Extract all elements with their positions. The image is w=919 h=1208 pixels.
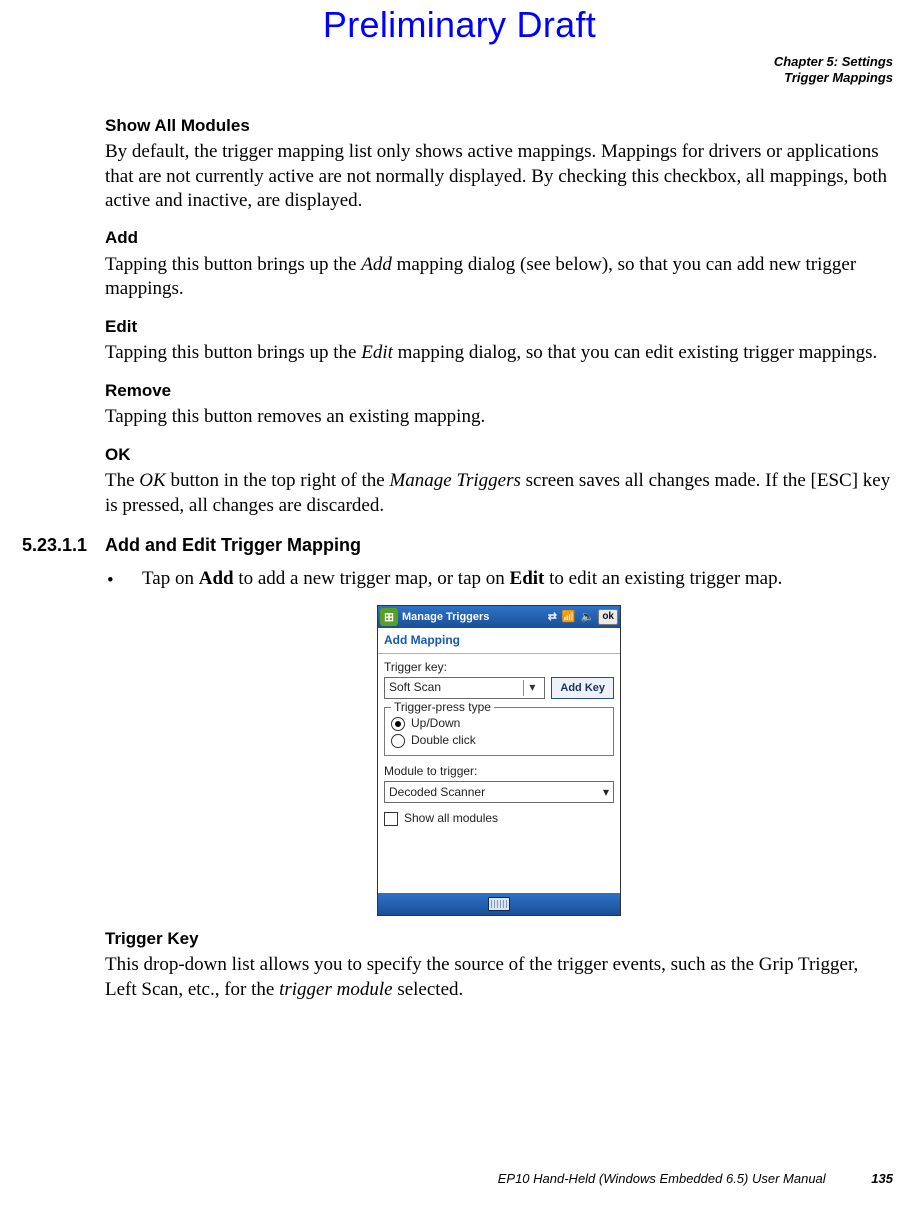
para-trigger-key: This drop-down list allows you to specif… (105, 953, 893, 1002)
checkbox-label-show-all-modules: Show all modules (404, 811, 498, 826)
footer: EP10 Hand-Held (Windows Embedded 6.5) Us… (498, 1171, 893, 1186)
para-show-all-modules: By default, the trigger mapping list onl… (105, 140, 893, 213)
status-icons: ⇄ 📶 🔈 (548, 610, 595, 624)
text: Tapping this button brings up the (105, 342, 361, 363)
keyboard-icon[interactable] (488, 897, 510, 911)
titlebar: ⊞ Manage Triggers ⇄ 📶 🔈 ok (378, 606, 620, 628)
running-head-line2: Trigger Mappings (22, 70, 893, 86)
add-key-button[interactable]: Add Key (551, 677, 614, 699)
blank-area (384, 829, 614, 889)
trigger-key-value: Soft Scan (389, 680, 441, 695)
bullet-add-edit: • Tap on Add to add a new trigger map, o… (105, 567, 893, 591)
radio-double-click[interactable]: Double click (391, 733, 607, 748)
italic-ok: OK (139, 470, 165, 491)
signal-icon[interactable]: 📶 (562, 610, 576, 624)
italic-edit: Edit (361, 342, 393, 363)
text: Tapping this button brings up the (105, 254, 361, 275)
embedded-screenshot: ⊞ Manage Triggers ⇄ 📶 🔈 ok Add Mapping T… (377, 605, 621, 915)
heading-edit: Edit (105, 316, 893, 338)
tab-add-mapping[interactable]: Add Mapping (378, 628, 620, 653)
module-select[interactable]: Decoded Scanner ▾ (384, 781, 614, 803)
chevron-down-icon: ▾ (523, 680, 540, 696)
bold-edit: Edit (510, 568, 545, 589)
heading-show-all-modules: Show All Modules (105, 115, 893, 137)
italic-trigger-module: trigger module (279, 979, 392, 1000)
window-title: Manage Triggers (402, 610, 489, 624)
running-head: Chapter 5: Settings Trigger Mappings (22, 54, 897, 87)
heading-add: Add (105, 227, 893, 249)
bullet-dot-icon: • (107, 569, 114, 593)
heading-remove: Remove (105, 380, 893, 402)
text: Tap on (142, 568, 199, 589)
label-trigger-key: Trigger key: (384, 660, 614, 675)
italic-add: Add (361, 254, 392, 275)
trigger-press-type-group: Trigger-press type Up/Down Double click (384, 707, 614, 756)
para-remove: Tapping this button removes an existing … (105, 405, 893, 429)
text: selected. (393, 979, 464, 1000)
connectivity-icon[interactable]: ⇄ (548, 610, 557, 624)
italic-manage-triggers: Manage Triggers (389, 470, 520, 491)
volume-icon[interactable]: 🔈 (581, 610, 595, 624)
chevron-down-icon: ▾ (603, 785, 609, 800)
para-edit: Tapping this button brings up the Edit m… (105, 341, 893, 365)
text: mapping dialog, so that you can edit exi… (393, 342, 877, 363)
trigger-key-select[interactable]: Soft Scan ▾ (384, 677, 545, 699)
text: The (105, 470, 139, 491)
section-title: Add and Edit Trigger Mapping (105, 535, 361, 555)
bottom-bar (378, 893, 620, 915)
legend-trigger-press-type: Trigger-press type (391, 700, 494, 715)
heading-add-edit-trigger-mapping: 5.23.1.1Add and Edit Trigger Mapping (22, 534, 893, 557)
para-ok: The OK button in the top right of the Ma… (105, 469, 893, 518)
heading-ok: OK (105, 444, 893, 466)
text: to add a new trigger map, or tap on (234, 568, 510, 589)
page-number: 135 (871, 1171, 893, 1186)
module-value: Decoded Scanner (389, 785, 485, 800)
radio-up-down[interactable]: Up/Down (391, 716, 607, 731)
label-module-to-trigger: Module to trigger: (384, 764, 614, 779)
section-number: 5.23.1.1 (22, 534, 105, 557)
content: Show All Modules By default, the trigger… (22, 115, 897, 1002)
checkbox-icon (384, 812, 398, 826)
footer-text: EP10 Hand-Held (Windows Embedded 6.5) Us… (498, 1171, 826, 1186)
start-icon[interactable]: ⊞ (380, 608, 398, 626)
running-head-line1: Chapter 5: Settings (22, 54, 893, 70)
bold-add: Add (199, 568, 234, 589)
dialog-body: Add Mapping Trigger key: Soft Scan ▾ Add… (378, 628, 620, 892)
text: This drop-down list allows you to specif… (105, 954, 858, 999)
show-all-modules-checkbox[interactable]: Show all modules (384, 811, 614, 826)
watermark: Preliminary Draft (22, 0, 897, 46)
ok-button[interactable]: ok (598, 609, 618, 625)
radio-icon (391, 717, 405, 731)
radio-label-up-down: Up/Down (411, 716, 460, 731)
form: Trigger key: Soft Scan ▾ Add Key Trigger… (378, 654, 620, 893)
page: Preliminary Draft Chapter 5: Settings Tr… (0, 0, 919, 1208)
para-add: Tapping this button brings up the Add ma… (105, 253, 893, 302)
radio-label-double-click: Double click (411, 733, 476, 748)
heading-trigger-key: Trigger Key (105, 928, 893, 950)
radio-icon (391, 734, 405, 748)
text: button in the top right of the (166, 470, 390, 491)
text: to edit an existing trigger map. (544, 568, 782, 589)
